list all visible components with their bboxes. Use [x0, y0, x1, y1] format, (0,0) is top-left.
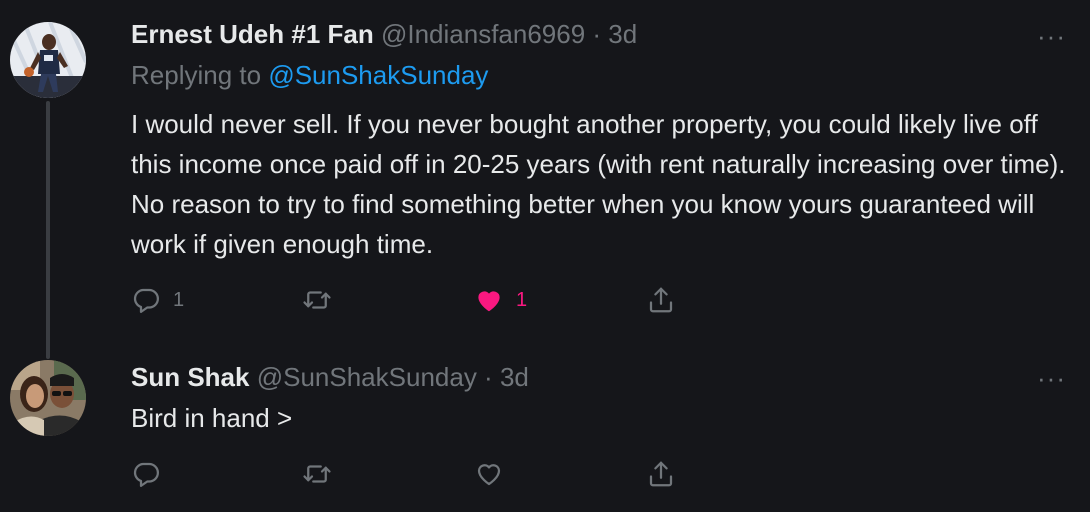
- mention-link[interactable]: @SunShakSunday: [268, 60, 488, 90]
- like-icon: [478, 291, 500, 312]
- like-icon: [477, 464, 501, 486]
- thread-line: [46, 101, 50, 359]
- retweet-icon: [303, 291, 331, 309]
- tweet[interactable]: Sun Shak @SunShakSunday · 3d ··· Bird in…: [0, 350, 1090, 512]
- share-button[interactable]: [646, 284, 676, 316]
- avatar[interactable]: [10, 360, 86, 436]
- share-icon: [649, 287, 673, 313]
- share-button[interactable]: [646, 458, 676, 490]
- tweet-header: Sun Shak @SunShakSunday · 3d: [131, 361, 529, 393]
- more-icon[interactable]: ···: [1037, 23, 1066, 49]
- display-name[interactable]: Ernest Udeh #1 Fan: [131, 19, 374, 49]
- reply-button[interactable]: 1: [131, 284, 184, 316]
- retweet-button[interactable]: [302, 284, 332, 316]
- like-button[interactable]: [474, 458, 504, 490]
- tweet[interactable]: Ernest Udeh #1 Fan @Indiansfan6969 · 3d …: [0, 0, 1090, 359]
- reply-button[interactable]: [131, 458, 161, 490]
- user-handle[interactable]: @Indiansfan6969: [381, 19, 585, 49]
- avatar-image: [10, 22, 86, 98]
- tweet-text: I would never sell. If you never bought …: [131, 109, 1066, 259]
- replying-to-label: Replying to: [131, 60, 269, 90]
- user-handle[interactable]: @SunShakSunday: [257, 362, 477, 392]
- tweet-text: Bird in hand >: [131, 403, 293, 433]
- like-button[interactable]: 1: [474, 284, 527, 316]
- tweet-header: Ernest Udeh #1 Fan @Indiansfan6969 · 3d: [131, 18, 637, 50]
- timestamp[interactable]: 3d: [608, 19, 637, 49]
- display-name[interactable]: Sun Shak: [131, 362, 249, 392]
- retweet-icon: [303, 465, 331, 483]
- reply-icon: [133, 288, 159, 313]
- reply-count: 1: [173, 288, 185, 311]
- separator: ·: [585, 19, 609, 49]
- avatar[interactable]: [10, 22, 86, 98]
- reply-icon: [133, 462, 159, 487]
- separator: ·: [476, 362, 500, 392]
- replying-to: Replying to @SunShakSunday: [131, 59, 488, 91]
- avatar-image: [10, 360, 86, 436]
- share-icon: [649, 461, 673, 487]
- like-count: 1: [516, 288, 528, 311]
- timestamp[interactable]: 3d: [500, 362, 529, 392]
- retweet-button[interactable]: [302, 458, 332, 490]
- more-icon[interactable]: ···: [1037, 365, 1066, 391]
